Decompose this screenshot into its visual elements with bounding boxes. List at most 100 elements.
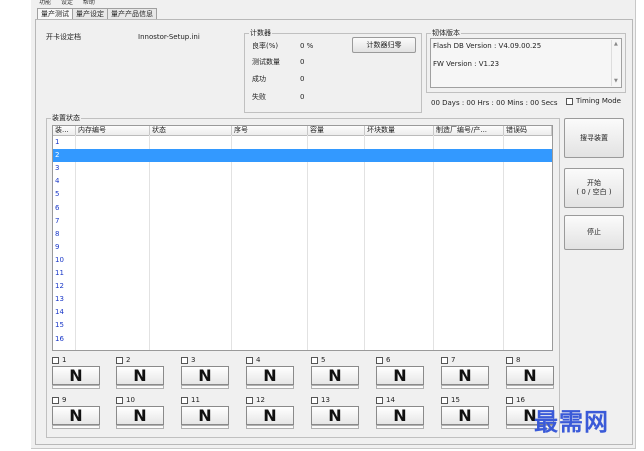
slot-progress-bar: [116, 385, 164, 389]
menu-help[interactable]: 帮助: [83, 0, 95, 6]
slot-checkbox-10[interactable]: 10: [116, 396, 135, 404]
slot-checkbox-2[interactable]: 2: [116, 356, 130, 364]
table-row[interactable]: 16: [53, 333, 552, 346]
slot-checkbox-8[interactable]: 8: [506, 356, 520, 364]
slot-status-indicator: N: [246, 366, 294, 385]
slot-checkbox-15[interactable]: 15: [441, 396, 460, 404]
slot-progress-bar: [376, 385, 424, 389]
row-number: 9: [55, 242, 60, 251]
table-row[interactable]: 1: [53, 136, 552, 149]
config-file-label: 开卡设定档: [46, 33, 81, 41]
row-number: 3: [55, 164, 60, 173]
checkbox-icon: [441, 396, 448, 404]
slot-checkbox-14[interactable]: 14: [376, 396, 395, 404]
tab-product-info[interactable]: 量产产品信息: [107, 8, 157, 19]
row-number: 13: [55, 295, 64, 304]
stop-button[interactable]: 停止: [564, 215, 624, 250]
slot-checkbox-9[interactable]: 9: [52, 396, 66, 404]
table-row[interactable]: 6: [53, 202, 552, 215]
table-row[interactable]: 12: [53, 280, 552, 293]
row-number: 8: [55, 229, 60, 238]
slot-progress-bar: [52, 425, 100, 429]
row-number: 16: [55, 334, 64, 343]
scroll-up-icon: ▲: [614, 41, 618, 47]
col-manufacturer[interactable]: 制造厂编号/产...: [434, 126, 504, 135]
checkbox-icon: [311, 396, 318, 404]
slot-progress-bar: [181, 425, 229, 429]
slot-checkbox-7[interactable]: 7: [441, 356, 455, 364]
col-error-code[interactable]: 错误码: [504, 126, 552, 135]
slot-status-indicator: N: [116, 366, 164, 385]
device-table[interactable]: 装... 内存编号 状态 序号 容量 坏块数量 制造厂编号/产... 错误码 1…: [52, 125, 553, 351]
slot-checkbox-11[interactable]: 11: [181, 396, 200, 404]
col-memory-id[interactable]: 内存编号: [76, 126, 150, 135]
table-row[interactable]: 15: [53, 319, 552, 332]
slot-checkbox-12[interactable]: 12: [246, 396, 265, 404]
reset-counter-button[interactable]: 计数器归零: [352, 37, 416, 53]
checkbox-icon: [52, 396, 59, 404]
slot-checkbox-5[interactable]: 5: [311, 356, 325, 364]
slot-checkbox-16[interactable]: 16: [506, 396, 525, 404]
slot-progress-bar: [116, 425, 164, 429]
tab-production-settings[interactable]: 量产设定: [72, 8, 108, 19]
slot-progress-bar: [506, 385, 554, 389]
table-row[interactable]: 8: [53, 228, 552, 241]
scan-devices-button[interactable]: 搜寻装置: [564, 118, 624, 158]
row-number: 10: [55, 255, 64, 264]
checkbox-icon: [376, 356, 383, 364]
row-number: 2: [55, 151, 60, 160]
table-row[interactable]: 5: [53, 188, 552, 201]
table-row[interactable]: 4: [53, 175, 552, 188]
checkbox-icon: [441, 356, 448, 364]
slot-progress-bar: [376, 425, 424, 429]
timing-mode-checkbox[interactable]: Timing Mode: [566, 97, 621, 106]
checkbox-icon: [566, 97, 573, 105]
slot-checkbox-13[interactable]: 13: [311, 396, 330, 404]
row-number: 7: [55, 216, 60, 225]
checkbox-icon: [246, 396, 253, 404]
slot-checkbox-6[interactable]: 6: [376, 356, 390, 364]
col-status[interactable]: 状态: [150, 126, 232, 135]
checkbox-icon: [116, 356, 123, 364]
table-row[interactable]: 7: [53, 215, 552, 228]
col-serial[interactable]: 序号: [232, 126, 308, 135]
col-capacity[interactable]: 容量: [308, 126, 365, 135]
failed-value: 0: [300, 93, 305, 101]
table-row[interactable]: 13: [53, 293, 552, 306]
slot-number: 6: [386, 356, 391, 364]
slot-status-indicator: N: [246, 406, 294, 425]
row-number: 11: [55, 269, 64, 277]
checkbox-icon: [376, 396, 383, 404]
table-row[interactable]: 3: [53, 162, 552, 175]
table-row[interactable]: 9: [53, 241, 552, 254]
slot-checkbox-1[interactable]: 1: [52, 356, 66, 364]
slot-status-indicator: N: [52, 366, 100, 385]
slot-number: 2: [126, 356, 131, 364]
slot-number: 3: [191, 356, 196, 364]
firmware-scrollbar[interactable]: ▲ ▼: [611, 40, 620, 86]
slot-status-indicator: N: [181, 366, 229, 385]
table-row[interactable]: 11: [53, 267, 552, 280]
slot-status-indicator: N: [52, 406, 100, 425]
failed-label: 失败: [252, 93, 266, 101]
table-row[interactable]: 10: [53, 254, 552, 267]
table-row[interactable]: 14: [53, 306, 552, 319]
col-device[interactable]: 装...: [53, 126, 76, 135]
device-status-title: 装置状态: [51, 114, 81, 122]
menu-settings[interactable]: 设定: [61, 0, 73, 6]
col-bad-blocks[interactable]: 坏块数量: [365, 126, 434, 135]
elapsed-time: 00 Days : 00 Hrs : 00 Mins : 00 Secs: [431, 99, 558, 107]
slot-progress-bar: [246, 425, 294, 429]
table-row[interactable]: 2: [53, 149, 552, 163]
menu-function[interactable]: 功能: [39, 0, 51, 6]
slot-progress-bar: [181, 385, 229, 389]
slot-number: 15: [451, 396, 460, 404]
firmware-info-box[interactable]: Flash DB Version : V4.09.00.25 FW Versio…: [430, 38, 622, 88]
slot-status-indicator: N: [311, 366, 359, 385]
slot-number: 13: [321, 396, 330, 404]
slot-number: 14: [386, 396, 395, 404]
slot-number: 9: [62, 396, 67, 404]
slot-checkbox-4[interactable]: 4: [246, 356, 260, 364]
start-button[interactable]: 开始 ( 0 / 空白 ): [564, 168, 624, 208]
slot-checkbox-3[interactable]: 3: [181, 356, 195, 364]
